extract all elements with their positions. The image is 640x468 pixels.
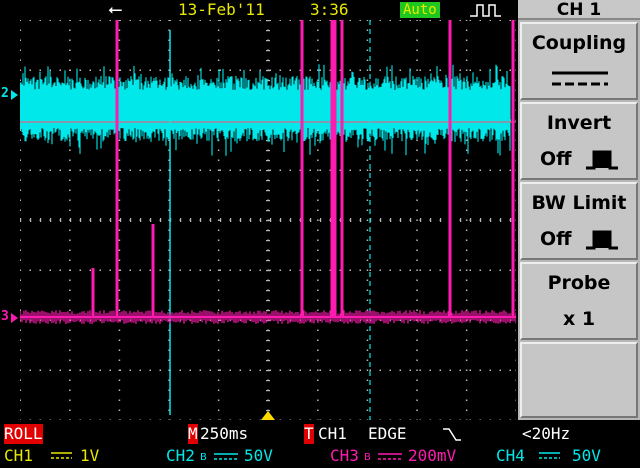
ch3-scale: 200mV (408, 446, 457, 465)
date-readout: 13-Feb'11 (178, 0, 265, 19)
trigger-position-marker (261, 411, 275, 420)
falling-edge-icon (443, 428, 461, 441)
off-switch-icon (586, 150, 618, 170)
ch1-dc-coupling-icon (51, 452, 72, 459)
waveform-display[interactable] (20, 20, 516, 420)
invert-label: Invert (546, 112, 612, 134)
ch2-marker-arrow-icon (11, 90, 18, 100)
invert-button[interactable]: Invert Off (520, 102, 638, 180)
ch2-bw-coupling-icon: B (200, 452, 238, 463)
probe-button[interactable]: Probe x 1 (520, 262, 638, 340)
trigger-mode-badge: Auto (400, 2, 440, 18)
roll-mode-badge: ROLL (4, 424, 43, 444)
ch4-label[interactable]: CH4 (496, 446, 525, 466)
off-switch-icon (586, 230, 618, 250)
trigger-source[interactable]: CH1 (318, 424, 347, 444)
channel-menu: CH 1 Coupling Invert Off BW Limit Off Pr… (518, 0, 640, 420)
ch2-waveform (20, 64, 511, 156)
ch1-scale: 1V (80, 446, 100, 465)
channel-scale-bar: CH1 1V CH2 B 50V CH3 B 200mV CH4 50V (0, 446, 640, 468)
trigger-tag: T (304, 424, 314, 444)
trigger-frequency: <20Hz (522, 424, 571, 443)
dc-coupling-icon (552, 71, 608, 86)
timebase-tag: M (188, 424, 198, 444)
svg-text:B: B (200, 452, 207, 463)
menu-blank-slot (520, 342, 638, 418)
trigger-type: EDGE (368, 424, 407, 443)
ch1-label[interactable]: CH1 (4, 446, 33, 466)
timebase-bar: ROLL M 250ms T CH1 EDGE <20Hz (0, 424, 640, 444)
coupling-label: Coupling (531, 32, 627, 54)
coupling-button[interactable]: Coupling (520, 22, 638, 100)
status-bar: ⭠ 13-Feb'11 3:36 Auto (0, 0, 518, 20)
probe-label: Probe (547, 272, 611, 294)
ch4-dc-coupling-icon (539, 452, 560, 459)
invert-value: Off (540, 148, 572, 170)
ch3-bw-coupling-icon: B (364, 452, 402, 463)
bw-limit-label: BW Limit (531, 192, 627, 214)
ch2-label[interactable]: CH2 (166, 446, 195, 466)
bw-limit-button[interactable]: BW Limit Off (520, 182, 638, 260)
usb-icon: ⭠ (108, 0, 123, 20)
svg-text:B: B (364, 452, 371, 463)
ch2-scale: 50V (244, 446, 273, 465)
ch2-marker[interactable]: 2 (1, 86, 9, 101)
ch3-marker[interactable]: 3 (1, 309, 9, 324)
trigger-edge-icon (470, 4, 501, 17)
scope-graticule (20, 20, 516, 420)
time-readout: 3:36 (310, 0, 349, 19)
menu-title: CH 1 (518, 0, 640, 20)
ch3-label[interactable]: CH3 (330, 446, 359, 466)
probe-value: x 1 (562, 308, 596, 330)
timebase-readout[interactable]: 250ms (200, 424, 248, 444)
ch4-scale: 50V (572, 446, 601, 465)
ch3-marker-arrow-icon (11, 313, 18, 323)
bw-limit-value: Off (540, 228, 572, 250)
